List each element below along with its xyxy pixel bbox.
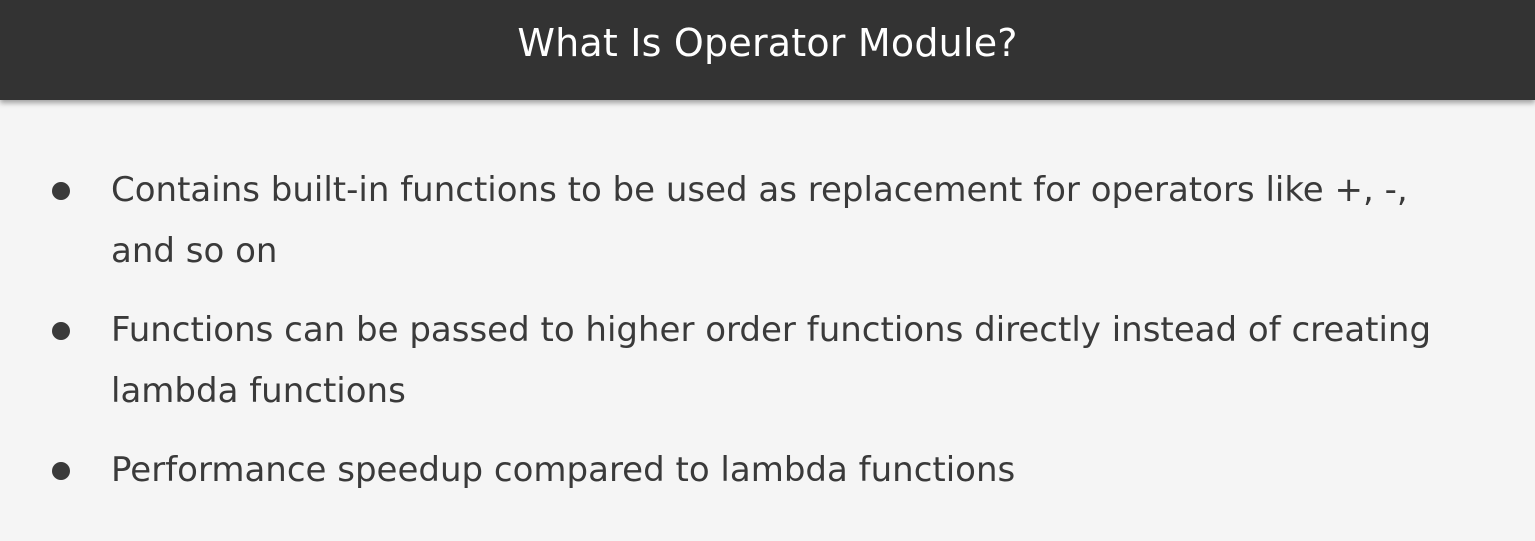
bullet-item: Performance speedup compared to lambda f… [0, 440, 1535, 501]
bullet-list: Contains built-in functions to be used a… [0, 160, 1535, 519]
bullet-item: Contains built-in functions to be used a… [0, 160, 1535, 282]
title-bar: What Is Operator Module? [0, 0, 1535, 100]
bullet-text-line: Functions can be passed to higher order … [111, 310, 1432, 350]
bullet-text-line: Contains built-in functions to be used a… [111, 170, 1408, 210]
slide-title: What Is Operator Module? [517, 21, 1018, 65]
bullet-item: Functions can be passed to higher order … [0, 300, 1535, 422]
bullet-dot-icon [52, 182, 70, 200]
bullet-text-line: lambda functions [111, 371, 406, 411]
bullet-text-line: Performance speedup compared to lambda f… [111, 450, 1016, 490]
slide: What Is Operator Module? Contains built-… [0, 0, 1535, 541]
bullet-text-line: and so on [111, 231, 278, 271]
bullet-dot-icon [52, 462, 70, 480]
bullet-dot-icon [52, 322, 70, 340]
